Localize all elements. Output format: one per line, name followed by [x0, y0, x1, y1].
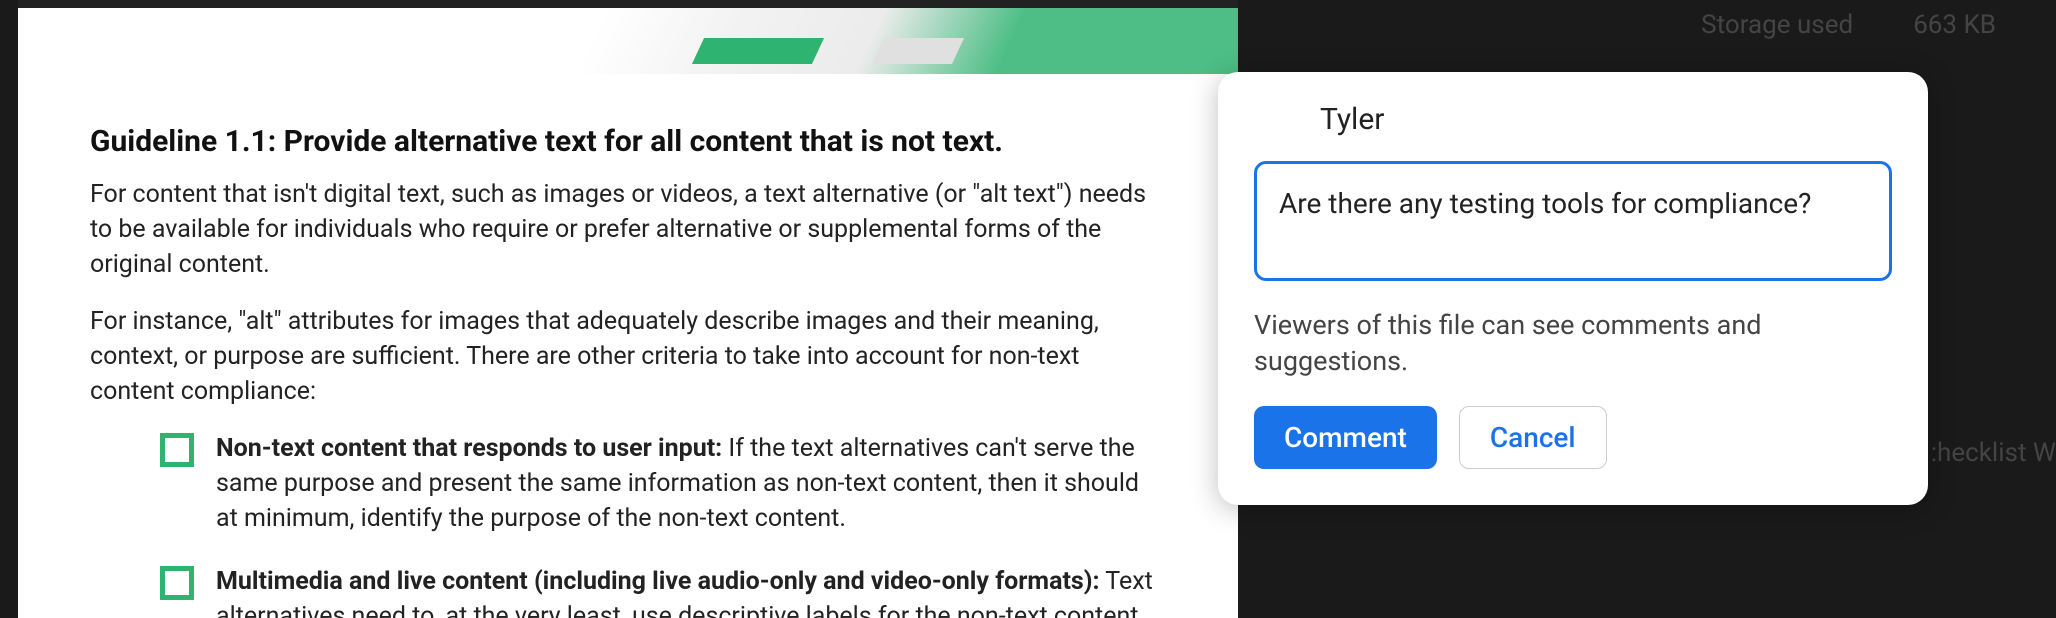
body-paragraph: For content that isn't digital text, suc…: [90, 177, 1166, 282]
accent-stripe-light: [872, 38, 964, 64]
checkbox-icon[interactable]: [160, 433, 194, 467]
comment-input[interactable]: [1254, 161, 1892, 281]
checklist-item-title: Non-text content that responds to user i…: [216, 434, 722, 463]
comment-actions: Comment Cancel: [1254, 406, 1892, 469]
checklist-item: Multimedia and live content (including l…: [160, 564, 1166, 618]
storage-value: 663 KB: [1913, 10, 1996, 40]
checklist-item-title: Multimedia and live content (including l…: [216, 567, 1100, 596]
checklist: Non-text content that responds to user i…: [90, 431, 1166, 618]
document-header-decoration: [18, 0, 1238, 74]
checkbox-icon[interactable]: [160, 566, 194, 600]
comment-visibility-notice: Viewers of this file can see comments an…: [1254, 307, 1892, 380]
document-body[interactable]: Guideline 1.1: Provide alternative text …: [18, 74, 1238, 618]
checklist-item: Non-text content that responds to user i…: [160, 431, 1166, 536]
background-checklist-text: :hecklist W: [1931, 438, 2056, 468]
checklist-text: Multimedia and live content (including l…: [216, 564, 1166, 618]
comment-dialog: Tyler Viewers of this file can see comme…: [1218, 72, 1928, 505]
cancel-button[interactable]: Cancel: [1459, 406, 1607, 469]
comment-author: Tyler: [1320, 102, 1892, 137]
checklist-text: Non-text content that responds to user i…: [216, 431, 1166, 536]
storage-label: Storage used: [1701, 10, 1853, 40]
document-page: Guideline 1.1: Provide alternative text …: [18, 0, 1238, 618]
body-paragraph: For instance, "alt" attributes for image…: [90, 304, 1166, 409]
accent-stripe: [692, 38, 824, 64]
background-file-info: Storage used 663 KB: [1681, 0, 2056, 50]
guideline-heading: Guideline 1.1: Provide alternative text …: [90, 124, 1166, 159]
comment-submit-button[interactable]: Comment: [1254, 406, 1437, 469]
